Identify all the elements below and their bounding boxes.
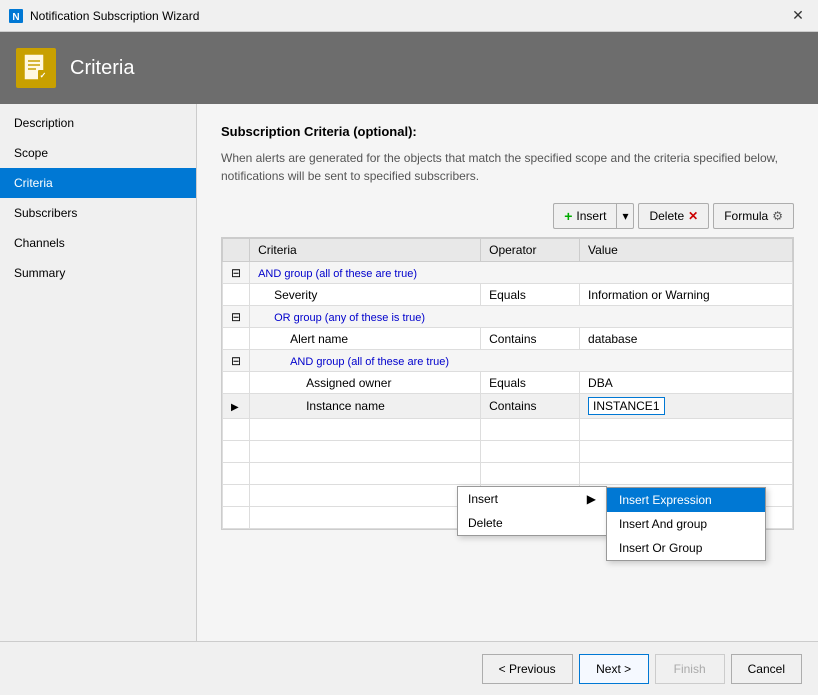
col-value: Value xyxy=(580,239,793,262)
table-row[interactable]: Alert name Contains database xyxy=(223,328,793,350)
header-icon: ✓ xyxy=(16,48,56,88)
table-row[interactable]: Severity Equals Information or Warning xyxy=(223,284,793,306)
value-cell: DBA xyxy=(580,372,793,394)
next-button[interactable]: Next > xyxy=(579,654,649,684)
table-row[interactable]: ⊟ AND group (all of these are true) xyxy=(223,350,793,372)
close-button[interactable]: ✕ xyxy=(786,4,810,28)
value-cell: INSTANCE1 xyxy=(580,394,793,419)
formula-button[interactable]: Formula ⚙ xyxy=(713,203,794,229)
row-arrow-cell: ▶ xyxy=(223,394,250,419)
context-menu: Insert ▶ Insert Expression Insert And gr… xyxy=(457,486,607,536)
row-arrow-cell: ⊟ xyxy=(223,350,250,372)
submenu-insert-or-group[interactable]: Insert Or Group xyxy=(607,536,765,560)
criteria-cell: Instance name xyxy=(250,394,481,419)
operator-cell: Equals xyxy=(481,372,580,394)
page-title: Criteria xyxy=(70,57,134,80)
dropdown-arrow-icon: ▾ xyxy=(622,209,628,223)
footer: < Previous Next > Finish Cancel xyxy=(0,641,818,695)
submenu-insert-expression[interactable]: Insert Expression xyxy=(607,488,765,512)
operator-cell: Equals xyxy=(481,284,580,306)
description-text: When alerts are generated for the object… xyxy=(221,149,794,185)
table-row-empty xyxy=(223,463,793,485)
criteria-cell: Severity xyxy=(250,284,481,306)
titlebar-title: Notification Subscription Wizard xyxy=(30,9,199,23)
app-icon: N xyxy=(8,8,24,24)
group-label-cell: AND group (all of these are true) xyxy=(250,350,793,372)
submenu-insert-and-group[interactable]: Insert And group xyxy=(607,512,765,536)
titlebar-left: N Notification Subscription Wizard xyxy=(8,8,199,24)
content-area: Subscription Criteria (optional): When a… xyxy=(197,104,818,641)
and-group-label-2: AND group (all of these are true) xyxy=(290,356,449,368)
context-menu-insert[interactable]: Insert ▶ Insert Expression Insert And gr… xyxy=(458,487,606,511)
operator-cell: Contains xyxy=(481,328,580,350)
or-group-label: OR group (any of these is true) xyxy=(274,312,425,324)
row-arrow-cell: ⊟ xyxy=(223,306,250,328)
row-arrow-cell xyxy=(223,328,250,350)
criteria-toolbar: + Insert ▾ Delete ✕ Formula ⚙ xyxy=(221,203,794,229)
group-label-cell: AND group (all of these are true) xyxy=(250,262,793,284)
context-menu-wrapper: Insert ▶ Insert Expression Insert And gr… xyxy=(457,486,607,536)
document-icon: ✓ xyxy=(20,52,52,84)
sidebar-item-subscribers[interactable]: Subscribers xyxy=(0,198,196,228)
previous-button[interactable]: < Previous xyxy=(482,654,573,684)
context-menu-delete[interactable]: Delete xyxy=(458,511,606,535)
formula-label: Formula xyxy=(724,209,768,223)
sidebar-item-summary[interactable]: Summary xyxy=(0,258,196,288)
delete-label: Delete xyxy=(649,209,684,223)
table-row[interactable]: ⊟ OR group (any of these is true) xyxy=(223,306,793,328)
wizard-header: ✓ Criteria xyxy=(0,32,818,104)
insert-button[interactable]: + Insert xyxy=(553,203,616,229)
finish-button[interactable]: Finish xyxy=(655,654,725,684)
context-insert-arrow: ▶ xyxy=(587,492,596,506)
insert-dropdown-arrow[interactable]: ▾ xyxy=(616,203,634,229)
collapse-icon: ⊟ xyxy=(231,354,241,368)
svg-text:✓: ✓ xyxy=(40,71,47,80)
row-arrow-cell xyxy=(223,372,250,394)
delete-x-icon: ✕ xyxy=(688,209,698,223)
collapse-icon: ⊟ xyxy=(231,266,241,280)
criteria-cell: Alert name xyxy=(250,328,481,350)
table-row[interactable]: ⊟ AND group (all of these are true) xyxy=(223,262,793,284)
sidebar-item-description[interactable]: Description xyxy=(0,108,196,138)
table-row-empty xyxy=(223,441,793,463)
value-cell: Information or Warning xyxy=(580,284,793,306)
row-arrow-cell xyxy=(223,284,250,306)
section-title: Subscription Criteria (optional): xyxy=(221,124,794,139)
row-arrow-cell: ⊟ xyxy=(223,262,250,284)
formula-icon: ⚙ xyxy=(772,209,783,223)
delete-button[interactable]: Delete ✕ xyxy=(638,203,709,229)
svg-text:N: N xyxy=(12,12,19,23)
and-group-label-1: AND group (all of these are true) xyxy=(258,268,417,280)
context-insert-label: Insert xyxy=(468,492,498,506)
context-delete-label: Delete xyxy=(468,516,503,530)
main-area: Description Scope Criteria Subscribers C… xyxy=(0,104,818,641)
sidebar-item-scope[interactable]: Scope xyxy=(0,138,196,168)
titlebar: N Notification Subscription Wizard ✕ xyxy=(0,0,818,32)
operator-cell: Contains xyxy=(481,394,580,419)
col-operator: Operator xyxy=(481,239,580,262)
sidebar-item-channels[interactable]: Channels xyxy=(0,228,196,258)
col-criteria: Criteria xyxy=(250,239,481,262)
row-arrow-icon: ▶ xyxy=(231,402,239,413)
sidebar-item-criteria[interactable]: Criteria xyxy=(0,168,196,198)
table-row[interactable]: Assigned owner Equals DBA xyxy=(223,372,793,394)
sidebar: Description Scope Criteria Subscribers C… xyxy=(0,104,197,641)
table-row-empty xyxy=(223,419,793,441)
submenu: Insert Expression Insert And group Inser… xyxy=(606,487,766,561)
criteria-cell: Assigned owner xyxy=(250,372,481,394)
insert-label: Insert xyxy=(576,209,606,223)
table-row[interactable]: ▶ Instance name Contains INSTANCE1 xyxy=(223,394,793,419)
col-arrow xyxy=(223,239,250,262)
cancel-button[interactable]: Cancel xyxy=(731,654,802,684)
group-label-cell: OR group (any of these is true) xyxy=(250,306,793,328)
value-cell: database xyxy=(580,328,793,350)
insert-plus-icon: + xyxy=(564,208,572,224)
collapse-icon: ⊟ xyxy=(231,310,241,324)
